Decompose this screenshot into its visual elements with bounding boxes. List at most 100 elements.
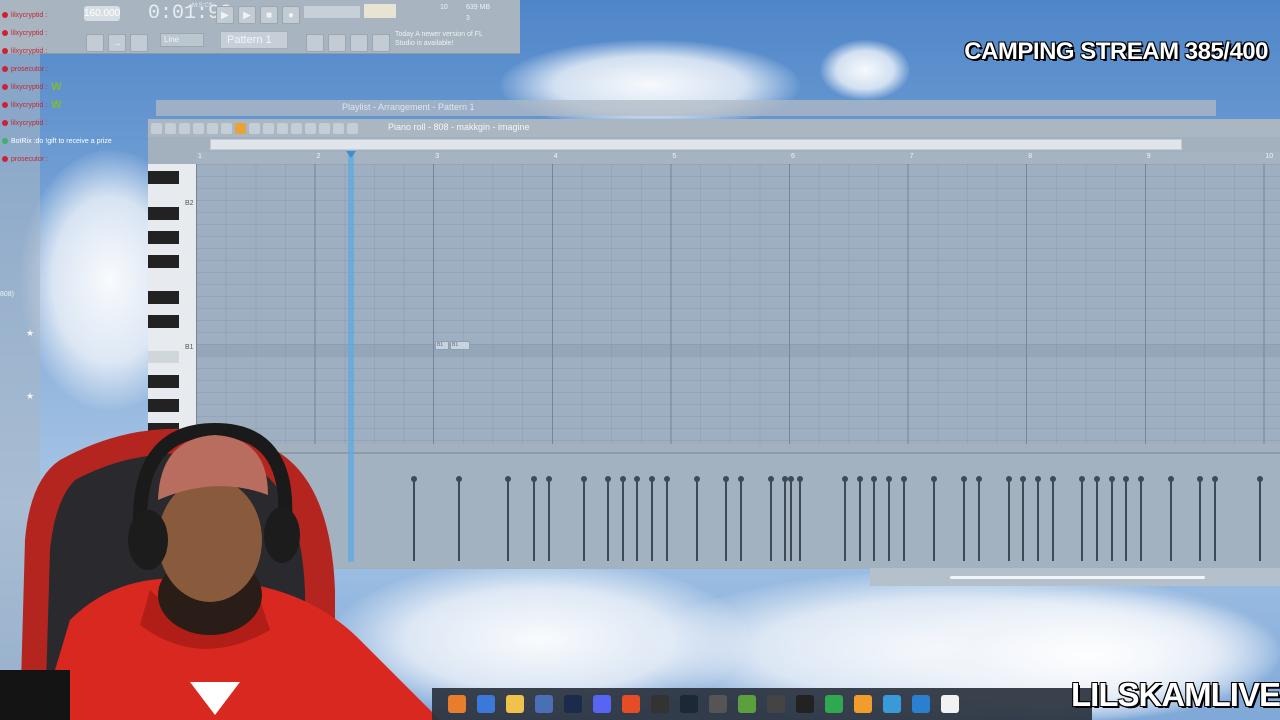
playhead-marker-icon[interactable] <box>346 151 356 158</box>
velocity-stem[interactable] <box>1168 476 1174 561</box>
brush-icon[interactable] <box>249 122 260 134</box>
record-icon[interactable] <box>207 122 218 134</box>
horizontal-scrollbar[interactable] <box>870 568 1280 586</box>
black-key[interactable] <box>148 375 179 388</box>
chat-username[interactable]: lilxycryptid : <box>11 12 47 19</box>
velocity-stem[interactable] <box>782 476 788 561</box>
taskbar-app-icon[interactable] <box>448 695 466 713</box>
note[interactable]: B1 <box>450 341 470 350</box>
velocity-stem[interactable] <box>1212 476 1218 561</box>
taskbar-app-icon[interactable] <box>767 695 785 713</box>
black-key[interactable] <box>148 399 179 412</box>
taskbar-app-icon[interactable] <box>825 695 843 713</box>
black-key[interactable] <box>148 231 179 244</box>
shortcut-button[interactable] <box>328 34 346 52</box>
mute-icon[interactable] <box>277 122 288 134</box>
velocity-stem[interactable] <box>788 476 794 561</box>
folder-icon[interactable] <box>506 695 524 713</box>
velocity-stem[interactable] <box>505 476 511 561</box>
velocity-stem[interactable] <box>1079 476 1085 561</box>
record-button[interactable]: ● <box>282 6 300 24</box>
piano-roll-titlebar[interactable] <box>148 119 1280 137</box>
playlist-titlebar[interactable] <box>156 100 1216 116</box>
chat-username[interactable]: prosecutor : <box>11 156 48 163</box>
pattern-select[interactable]: Pattern 1 <box>220 31 288 49</box>
pencil-icon[interactable] <box>235 122 246 134</box>
velocity-stem[interactable] <box>886 476 892 561</box>
chat-username[interactable]: lilxycryptid : <box>11 120 47 127</box>
discord-icon[interactable] <box>593 695 611 713</box>
capcut-icon[interactable] <box>796 695 814 713</box>
black-key[interactable] <box>148 207 179 220</box>
velocity-stem[interactable] <box>857 476 863 561</box>
taskbar-app-icon[interactable] <box>709 695 727 713</box>
velocity-stem[interactable] <box>531 476 537 561</box>
velocity-stem[interactable] <box>961 476 967 561</box>
note-grid[interactable]: B1 B1 <box>196 164 1280 444</box>
shortcut-button[interactable] <box>350 34 368 52</box>
timeline-ruler[interactable]: 1 2 3 4 5 6 7 8 9 10 <box>196 152 1280 164</box>
speaker-icon[interactable] <box>347 122 358 134</box>
steam-icon[interactable] <box>680 695 698 713</box>
velocity-stem[interactable] <box>634 476 640 561</box>
taskbar-app-icon[interactable] <box>738 695 756 713</box>
velocity-stem[interactable] <box>1109 476 1115 561</box>
news-panel[interactable]: Today A newer version of FL Studio is av… <box>395 30 487 48</box>
velocity-stem[interactable] <box>901 476 907 561</box>
play-icon[interactable] <box>193 122 204 134</box>
snap-select[interactable]: Line <box>160 33 204 47</box>
velocity-stem[interactable] <box>1020 476 1026 561</box>
velocity-stem[interactable] <box>723 476 729 561</box>
shortcut-button[interactable] <box>372 34 390 52</box>
velocity-stem[interactable] <box>1006 476 1012 561</box>
store-icon[interactable] <box>535 695 553 713</box>
black-key[interactable] <box>148 171 179 184</box>
pattern-mode-button[interactable]: ▶ <box>216 6 234 24</box>
shortcut-button[interactable] <box>306 34 324 52</box>
velocity-stem[interactable] <box>797 476 803 561</box>
velocity-stem[interactable] <box>546 476 552 561</box>
menu-arrow-icon[interactable] <box>151 122 162 134</box>
black-key[interactable] <box>148 291 179 304</box>
photoshop-icon[interactable] <box>564 695 582 713</box>
chat-username[interactable]: lilxycryptid : <box>11 102 47 109</box>
notepad-icon[interactable] <box>883 695 901 713</box>
velocity-stem[interactable] <box>649 476 655 561</box>
velocity-stem[interactable] <box>1197 476 1203 561</box>
velocity-stem[interactable] <box>1257 476 1263 561</box>
velocity-stem[interactable] <box>931 476 937 561</box>
photos-icon[interactable] <box>912 695 930 713</box>
magnet-icon[interactable] <box>179 122 190 134</box>
piano-roll-overview-scrollbar[interactable] <box>210 139 1182 150</box>
velocity-stem[interactable] <box>1035 476 1041 561</box>
velocity-stem[interactable] <box>871 476 877 561</box>
star-icon[interactable]: ★ <box>26 328 34 339</box>
note[interactable]: B1 <box>435 341 449 350</box>
black-key[interactable] <box>148 255 179 268</box>
chat-username[interactable]: lilxycryptid : <box>11 84 47 91</box>
chat-username[interactable]: prosecutor : <box>11 66 48 73</box>
slice-icon[interactable] <box>291 122 302 134</box>
velocity-stem[interactable] <box>581 476 587 561</box>
wrench-icon[interactable] <box>165 122 176 134</box>
zoom-icon[interactable] <box>319 122 330 134</box>
velocity-stem[interactable] <box>1138 476 1144 561</box>
chat-username[interactable]: lilxycryptid : <box>11 48 47 55</box>
playback-icon[interactable] <box>333 122 344 134</box>
obs-icon[interactable] <box>651 695 669 713</box>
undo-icon[interactable] <box>221 122 232 134</box>
velocity-stem[interactable] <box>1050 476 1056 561</box>
velocity-stem[interactable] <box>768 476 774 561</box>
velocity-stem[interactable] <box>620 476 626 561</box>
play-button[interactable]: ▶ <box>238 6 256 24</box>
piano-keyboard[interactable]: B2 B1 <box>148 164 196 444</box>
velocity-stem[interactable] <box>664 476 670 561</box>
fl-studio-icon[interactable] <box>854 695 872 713</box>
star-icon[interactable]: ★ <box>26 391 34 402</box>
velocity-stem[interactable] <box>1094 476 1100 561</box>
black-key[interactable] <box>148 351 179 363</box>
velocity-stem[interactable] <box>694 476 700 561</box>
select-icon[interactable] <box>305 122 316 134</box>
scrollbar-thumb[interactable] <box>950 576 1205 579</box>
delete-icon[interactable] <box>263 122 274 134</box>
